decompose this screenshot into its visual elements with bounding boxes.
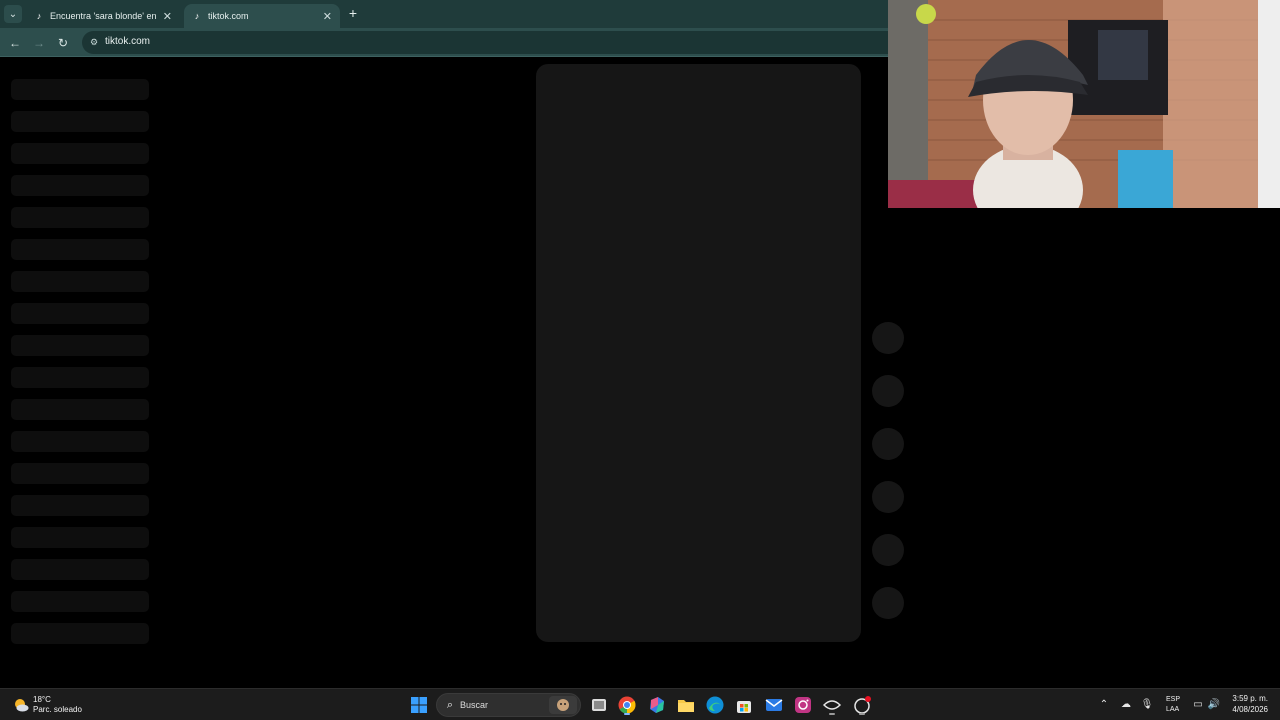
action-button-placeholder[interactable] bbox=[872, 322, 904, 354]
tab-label: Encuentra 'sara blonde' en TikT bbox=[50, 11, 157, 21]
webcam-overlay bbox=[888, 0, 1280, 208]
edge-icon[interactable] bbox=[704, 694, 726, 716]
tiktok-icon: ♪ bbox=[194, 11, 200, 21]
close-tab-icon[interactable]: ✕ bbox=[163, 10, 172, 23]
skeleton-row bbox=[11, 559, 149, 580]
language-code[interactable]: ESP bbox=[1166, 696, 1180, 703]
microsoft-store-icon[interactable] bbox=[733, 694, 755, 716]
tab-tiktok[interactable]: ♪ tiktok.com ✕ bbox=[184, 4, 340, 28]
display-icon[interactable]: ▭ bbox=[1191, 697, 1205, 711]
skeleton-row bbox=[11, 399, 149, 420]
reload-icon[interactable]: ↻ bbox=[54, 34, 72, 52]
instagram-icon[interactable] bbox=[792, 694, 814, 716]
address-bar[interactable]: ⚙ tiktok.com bbox=[82, 31, 902, 54]
search-placeholder: Buscar bbox=[460, 700, 489, 710]
search-highlight-icon bbox=[549, 696, 577, 714]
url-text: tiktok.com bbox=[105, 36, 151, 47]
partly-sunny-icon[interactable] bbox=[13, 697, 29, 713]
site-settings-icon[interactable]: ⚙ bbox=[88, 36, 100, 48]
tab-search-dropdown-icon[interactable]: ⌄ bbox=[4, 5, 22, 23]
tab-search-results[interactable]: ♪ Encuentra 'sara blonde' en TikT ✕ bbox=[26, 4, 180, 28]
skeleton-row bbox=[11, 175, 149, 196]
skeleton-row bbox=[11, 111, 149, 132]
microsoft-365-icon[interactable] bbox=[646, 694, 668, 716]
file-explorer-icon[interactable] bbox=[675, 694, 697, 716]
keyboard-layout[interactable]: LAA bbox=[1166, 706, 1179, 713]
cloud-icon[interactable]: ☁ bbox=[1119, 697, 1133, 711]
app-icon[interactable] bbox=[821, 694, 843, 716]
skeleton-row bbox=[11, 303, 149, 324]
chrome-icon[interactable] bbox=[616, 694, 638, 716]
active-indicator bbox=[859, 713, 865, 715]
action-button-placeholder[interactable] bbox=[872, 534, 904, 566]
action-button-placeholder[interactable] bbox=[872, 587, 904, 619]
forward-arrow-icon[interactable]: → bbox=[30, 34, 48, 52]
skeleton-row bbox=[11, 463, 149, 484]
action-button-placeholder[interactable] bbox=[872, 481, 904, 513]
skeleton-row bbox=[11, 239, 149, 260]
skeleton-row bbox=[11, 335, 149, 356]
skeleton-row bbox=[11, 527, 149, 548]
mail-icon[interactable] bbox=[763, 694, 785, 716]
skeleton-row bbox=[11, 495, 149, 516]
windows-start-icon[interactable] bbox=[408, 694, 430, 716]
active-indicator bbox=[624, 713, 630, 715]
new-tab-button[interactable]: + bbox=[345, 5, 361, 21]
back-arrow-icon[interactable]: ← bbox=[6, 34, 24, 52]
webcam-image bbox=[888, 0, 1280, 208]
action-button-placeholder[interactable] bbox=[872, 428, 904, 460]
volume-icon[interactable]: 🔊 bbox=[1207, 697, 1221, 711]
skeleton-row bbox=[11, 271, 149, 292]
skeleton-row bbox=[11, 79, 149, 100]
clock-time[interactable]: 3:59 p. m. bbox=[1232, 694, 1268, 703]
windows-taskbar: 18°C Parc. soleado ⌕ Buscar ⌃ ☁ 🎙 ESP LA… bbox=[0, 688, 1280, 720]
tiktok-icon: ♪ bbox=[36, 11, 42, 21]
skeleton-row bbox=[11, 623, 149, 644]
weather-description: Parc. soleado bbox=[33, 705, 82, 714]
taskbar-search-input[interactable]: ⌕ Buscar bbox=[436, 693, 581, 717]
search-icon: ⌕ bbox=[446, 698, 454, 711]
tab-label: tiktok.com bbox=[208, 11, 249, 21]
video-player-placeholder[interactable] bbox=[536, 64, 861, 642]
skeleton-row bbox=[11, 431, 149, 452]
gear-badge-icon[interactable] bbox=[851, 694, 873, 716]
skeleton-row bbox=[11, 367, 149, 388]
skeleton-row bbox=[11, 591, 149, 612]
chevron-up-icon[interactable]: ⌃ bbox=[1097, 697, 1111, 711]
close-tab-icon[interactable]: ✕ bbox=[323, 10, 332, 23]
microphone-icon[interactable]: 🎙 bbox=[1140, 697, 1154, 711]
weather-temperature: 18°C bbox=[33, 695, 51, 704]
action-button-placeholder[interactable] bbox=[872, 375, 904, 407]
skeleton-row bbox=[11, 207, 149, 228]
skeleton-row bbox=[11, 143, 149, 164]
active-indicator bbox=[829, 713, 835, 715]
clock-date[interactable]: 4/08/2026 bbox=[1232, 705, 1268, 714]
task-view-icon[interactable] bbox=[588, 694, 610, 716]
